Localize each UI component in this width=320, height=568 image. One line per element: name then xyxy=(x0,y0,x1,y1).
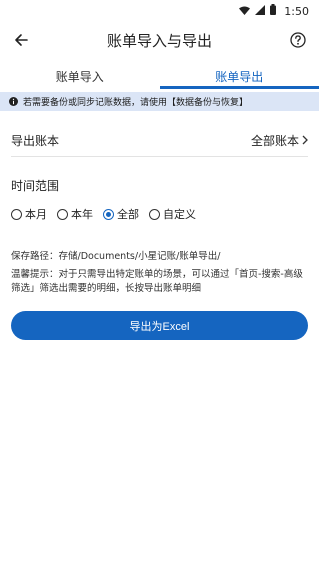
chevron-right-icon xyxy=(302,135,308,145)
signal-icon xyxy=(255,4,266,18)
status-icons xyxy=(239,4,277,18)
back-button[interactable] xyxy=(9,28,33,52)
radio-label: 本年 xyxy=(71,208,93,221)
arrow-left-icon xyxy=(15,34,28,46)
status-bar: 1:50 xyxy=(0,0,319,22)
tab-export-label: 账单导出 xyxy=(215,70,264,84)
save-path-text: 保存路径：存储/Documents/小星记账/账单导出/ xyxy=(11,251,221,262)
radio-circle xyxy=(103,208,114,220)
export-books-label: 导出账本 xyxy=(11,133,60,148)
radio-label: 自定义 xyxy=(163,208,196,221)
tip-text: 温馨提示：对于只需导出特定账单的场景，可以通过「首页-搜索-高级筛选」筛选出需要… xyxy=(11,269,303,294)
radio-all[interactable]: 全部 xyxy=(103,206,139,222)
battery-icon xyxy=(270,4,277,18)
wifi-icon xyxy=(239,5,251,18)
radio-circle xyxy=(57,208,68,220)
page-title: 账单导入与导出 xyxy=(106,31,212,50)
tab-bar: 账单导入 账单导出 xyxy=(0,64,319,89)
notice-banner: 若需要备份或同步记账数据，请使用【数据备份与恢复】 xyxy=(0,92,319,111)
time-range-label: 时间范围 xyxy=(11,179,60,193)
export-books-row[interactable]: 导出账本 全部账本 xyxy=(11,124,308,157)
radio-label: 全部 xyxy=(117,208,139,221)
export-books-value: 全部账本 xyxy=(250,133,299,148)
time-range-options: 本月 本年 全部 自定义 xyxy=(11,206,196,222)
info-icon xyxy=(9,97,18,106)
status-time: 1:50 xyxy=(284,4,309,18)
tab-import[interactable]: 账单导入 xyxy=(0,64,160,89)
radio-this-month[interactable]: 本月 xyxy=(11,206,47,222)
radio-this-year[interactable]: 本年 xyxy=(57,206,93,222)
tab-export[interactable]: 账单导出 xyxy=(159,64,320,89)
help-icon xyxy=(290,32,306,48)
export-books-value-group: 全部账本 xyxy=(251,132,308,149)
radio-label: 本月 xyxy=(25,208,47,221)
radio-circle xyxy=(11,208,22,220)
export-excel-button[interactable]: 导出为Excel xyxy=(11,311,308,340)
radio-circle xyxy=(149,208,160,220)
tab-import-label: 账单导入 xyxy=(55,70,104,84)
notice-text: 若需要备份或同步记账数据，请使用【数据备份与恢复】 xyxy=(23,98,249,108)
app-bar: 账单导入与导出 xyxy=(0,22,319,58)
help-button[interactable] xyxy=(286,28,310,52)
radio-custom[interactable]: 自定义 xyxy=(149,206,196,222)
